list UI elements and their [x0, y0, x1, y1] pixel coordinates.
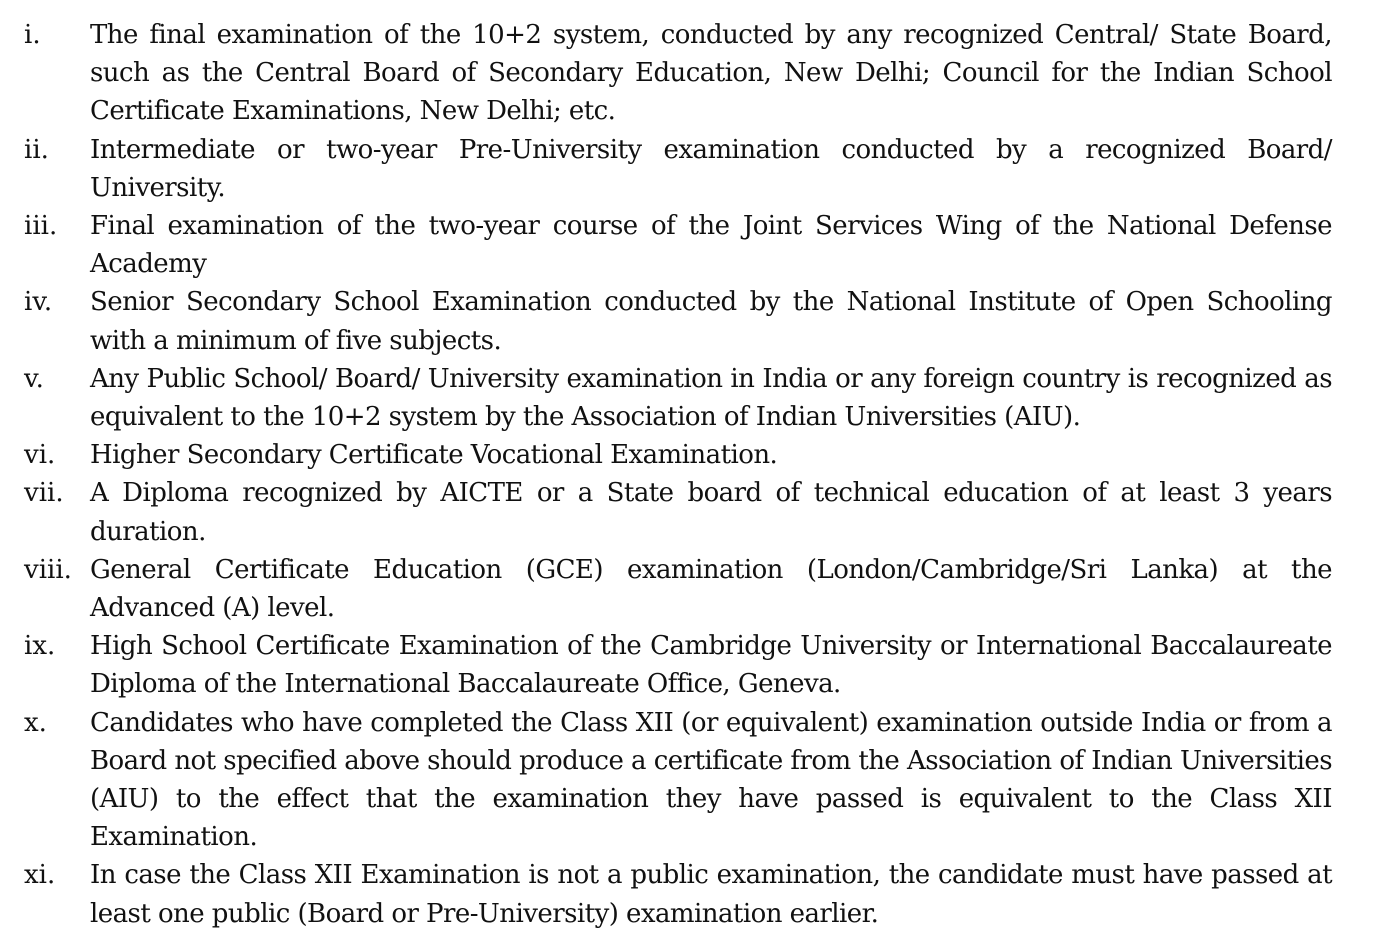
- list-item-number: xi.: [24, 860, 56, 891]
- list-item: ix. High School Certificate Examination …: [24, 627, 1354, 703]
- list-item: v. Any Public School/ Board/ University …: [24, 360, 1354, 436]
- list-item: iv. Senior Secondary School Examination …: [24, 283, 1354, 359]
- list-item-text: High School Certificate Examination of t…: [90, 631, 1333, 700]
- list-item-text: Higher Secondary Certificate Vocational …: [90, 440, 778, 471]
- list-item: i. The final examination of the 10+2 sys…: [24, 16, 1354, 131]
- list-item-text: Intermediate or two-year Pre-University …: [90, 134, 1333, 203]
- list-item: xi. In case the Class XII Examination is…: [24, 856, 1354, 932]
- list-item-number: viii.: [24, 554, 72, 585]
- list-item-text: The final examination of the 10+2 system…: [90, 20, 1333, 127]
- list-item-text: In case the Class XII Examination is not…: [90, 860, 1333, 929]
- list-item: vi. Higher Secondary Certificate Vocatio…: [24, 436, 1354, 474]
- list-item: iii. Final examination of the two-year c…: [24, 207, 1354, 283]
- list-item-text: General Certificate Education (GCE) exam…: [90, 554, 1333, 624]
- list-item-text: A Diploma recognized by AICTE or a State…: [90, 478, 1333, 547]
- list-item-number: iv.: [24, 287, 53, 318]
- list-item-text: Any Public School/ Board/ University exa…: [90, 363, 1333, 433]
- list-item-number: ii.: [24, 134, 49, 165]
- list-item: x. Candidates who have completed the Cla…: [24, 704, 1354, 857]
- list-item-number: x.: [24, 707, 47, 738]
- list-item-number: ix.: [24, 631, 56, 662]
- list-item: viii. General Certificate Education (GCE…: [24, 551, 1354, 627]
- list-item-number: vii.: [24, 478, 64, 509]
- list-item-text: Candidates who have completed the Class …: [90, 707, 1333, 853]
- list-item-text: Final examination of the two-year course…: [90, 211, 1333, 280]
- list-item-number: i.: [24, 20, 41, 50]
- list-item-number: v.: [24, 363, 44, 394]
- eligibility-list: i. The final examination of the 10+2 sys…: [0, 0, 1378, 946]
- list-item: vii. A Diploma recognized by AICTE or a …: [24, 474, 1354, 550]
- list-item-number: iii.: [24, 211, 58, 242]
- list-item-text: Senior Secondary School Examination cond…: [90, 287, 1333, 356]
- list-item: ii. Intermediate or two-year Pre-Univers…: [24, 131, 1354, 207]
- list-item-number: vi.: [24, 440, 56, 471]
